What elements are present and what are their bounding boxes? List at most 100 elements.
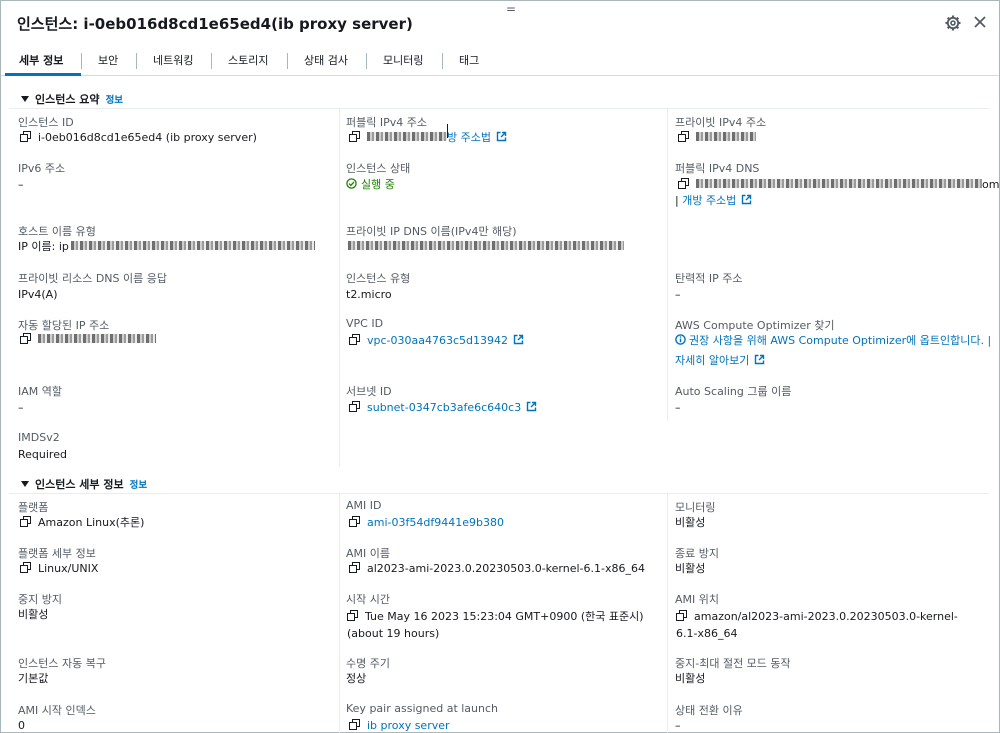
info-circle-icon	[675, 334, 686, 345]
optimizer-text: 권장 사항을 위해 AWS Compute Optimizer에 옵트인합니다.…	[675, 333, 991, 348]
details-section-header[interactable]: 인스턴스 세부 정보 정보	[21, 476, 147, 492]
instance-id-value: i-0eb016d8cd1e65ed4 (ib proxy server)	[20, 130, 257, 145]
copy-icon[interactable]	[349, 401, 360, 412]
copy-icon[interactable]	[349, 562, 360, 573]
auto-ip-value	[20, 332, 156, 347]
tab-bar: 세부 정보 보안 네트워킹 스토리지 상태 검사 모니터링 태그	[1, 46, 999, 76]
stop-protection-value: 비활성	[18, 608, 49, 621]
copy-icon[interactable]	[678, 131, 689, 142]
platform-value: Amazon Linux(추론)	[20, 515, 144, 530]
public-ipv4-label: 퍼블릭 IPv4 주소	[346, 116, 427, 129]
state-transition-label: 상태 전환 이유	[675, 704, 743, 717]
platform-detail-label: 플랫폼 세부 정보	[18, 547, 96, 560]
column-divider	[667, 109, 668, 421]
copy-icon[interactable]	[20, 333, 31, 344]
subnet-id-value: subnet-0347cb3afe6c640c3	[349, 400, 537, 415]
optimizer-more-row: 자세히 알아보기	[675, 353, 765, 368]
external-link-icon[interactable]	[496, 131, 507, 142]
copy-icon[interactable]	[349, 719, 360, 730]
iam-role-label: IAM 역할	[18, 385, 62, 398]
ami-location-label: AMI 위치	[675, 593, 719, 606]
redacted-text	[696, 132, 756, 141]
caret-down-icon	[21, 96, 29, 102]
copy-icon[interactable]	[676, 610, 687, 621]
key-pair-link[interactable]: ib proxy server	[367, 719, 450, 732]
copy-icon[interactable]	[347, 610, 358, 621]
external-link-icon[interactable]	[526, 401, 537, 412]
panel-header: 인스턴스: i-0eb016d8cd1e65ed4(ib proxy serve…	[1, 1, 999, 45]
caret-down-icon	[21, 481, 29, 487]
lifecycle-label: 수명 주기	[346, 657, 390, 670]
learn-more-link[interactable]: 자세히 알아보기	[675, 354, 749, 367]
subnet-id-link[interactable]: subnet-0347cb3afe6c640c3	[367, 401, 521, 414]
copy-icon[interactable]	[20, 516, 31, 527]
instance-id-label: 인스턴스 ID	[18, 116, 74, 129]
asg-name-value: –	[675, 401, 681, 414]
redacted-text	[367, 132, 447, 141]
termination-protection-value: 비활성	[675, 562, 706, 575]
divider	[9, 108, 989, 109]
tab-storage[interactable]: 스토리지	[228, 46, 268, 76]
copy-icon[interactable]	[20, 562, 31, 573]
summary-info-link[interactable]: 정보	[106, 95, 123, 106]
public-dns-open-link[interactable]: 개방 주소법	[682, 194, 736, 207]
ami-launch-index-label: AMI 시작 인덱스	[18, 704, 96, 717]
stop-protection-label: 중지 방지	[18, 593, 62, 606]
key-pair-label: Key pair assigned at launch	[346, 702, 499, 715]
summary-section-header[interactable]: 인스턴스 요약 정보	[21, 91, 123, 107]
auto-recovery-label: 인스턴스 자동 복구	[18, 657, 106, 670]
external-link-icon[interactable]	[741, 194, 752, 205]
gear-icon[interactable]	[945, 15, 961, 31]
ami-location-value: amazon/al2023-ami-2023.0.20230503.0-kern…	[676, 610, 958, 640]
key-pair-value: ib proxy server	[349, 718, 450, 733]
tab-tags[interactable]: 태그	[459, 46, 479, 76]
copy-icon[interactable]	[20, 131, 31, 142]
ami-launch-index-value: 0	[18, 719, 25, 732]
tab-separator	[287, 53, 288, 69]
tab-security[interactable]: 보안	[98, 46, 118, 76]
ami-id-label: AMI ID	[346, 499, 382, 512]
instance-state-value: 실행 중	[346, 177, 395, 192]
external-link-icon[interactable]	[754, 354, 765, 365]
tab-separator	[211, 53, 212, 69]
tab-separator	[366, 53, 367, 69]
details-info-link[interactable]: 정보	[130, 480, 147, 491]
column-divider	[667, 494, 668, 733]
hostname-type-label: 호스트 이름 유형	[18, 225, 96, 238]
ami-id-value: ami-03f54df9441e9b380	[349, 515, 504, 530]
tab-status-checks[interactable]: 상태 검사	[304, 46, 348, 76]
subnet-id-label: 서브넷 ID	[346, 385, 392, 398]
external-link-icon[interactable]	[513, 334, 524, 345]
copy-icon[interactable]	[349, 334, 360, 345]
instance-details-panel: = 인스턴스: i-0eb016d8cd1e65ed4(ib proxy ser…	[0, 0, 1000, 733]
tab-details[interactable]: 세부 정보	[19, 46, 63, 76]
tab-monitoring[interactable]: 모니터링	[383, 46, 423, 76]
private-ipv4-label: 프라이빗 IPv4 주소	[675, 116, 767, 129]
tab-separator	[442, 53, 443, 69]
vpc-id-link[interactable]: vpc-030aa4763c5d13942	[367, 334, 508, 347]
ami-id-link[interactable]: ami-03f54df9441e9b380	[367, 516, 504, 529]
state-transition-value: –	[675, 719, 681, 732]
copy-icon[interactable]	[349, 516, 360, 527]
private-ip-dns-label: 프라이빗 IP DNS 이름(IPv4만 해당)	[346, 225, 517, 238]
optimizer-opt-in-link[interactable]: 권장 사항을 위해 AWS Compute Optimizer에 옵트인합니다.…	[689, 334, 991, 347]
private-resource-dns-label: 프라이빗 리소스 DNS 이름 응답	[18, 272, 167, 285]
elastic-ip-value: –	[675, 288, 681, 301]
tab-separator	[81, 53, 82, 69]
public-dns-label: 퍼블릭 IPv4 DNS	[675, 162, 760, 175]
copy-icon[interactable]	[678, 178, 689, 189]
lifecycle-value: 정상	[346, 672, 367, 685]
private-ip-dns-value	[348, 239, 624, 254]
close-icon[interactable]	[972, 14, 988, 30]
copy-icon[interactable]	[349, 131, 360, 142]
tab-separator	[136, 53, 137, 69]
platform-detail-value: Linux/UNIX	[20, 561, 98, 576]
tab-networking[interactable]: 네트워킹	[153, 46, 193, 76]
vpc-id-value: vpc-030aa4763c5d13942	[349, 333, 524, 348]
column-divider	[339, 494, 340, 733]
page-title: 인스턴스: i-0eb016d8cd1e65ed4(ib proxy serve…	[17, 15, 413, 33]
stop-hibernate-value: 비활성	[675, 672, 706, 685]
termination-protection-label: 종료 방지	[675, 547, 719, 560]
ipv6-value: –	[18, 178, 24, 191]
public-ipv4-open-link[interactable]: 방 주소법	[447, 131, 491, 144]
